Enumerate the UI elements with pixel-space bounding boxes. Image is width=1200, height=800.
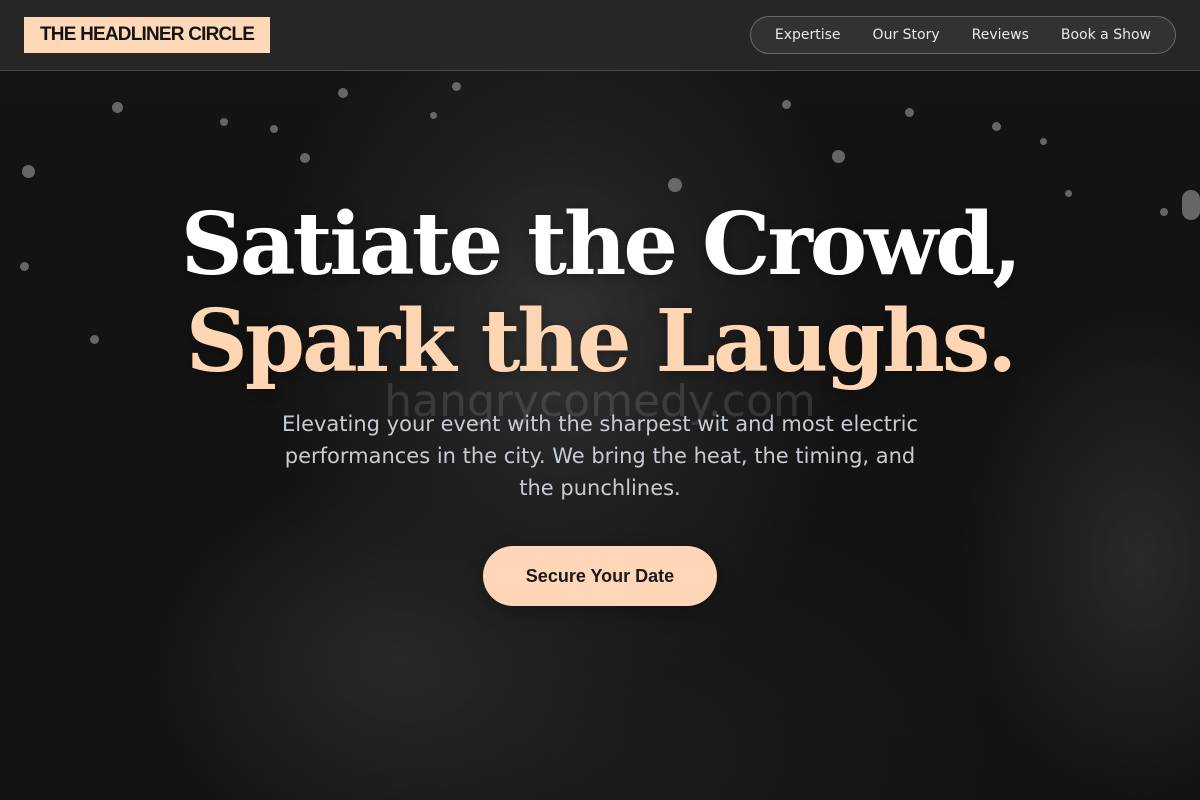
nav-link-expertise[interactable]: Expertise <box>775 27 841 43</box>
hero-section: hangrycomedy.com Satiate the Crowd, Spar… <box>0 71 1200 800</box>
secure-date-button[interactable]: Secure Your Date <box>483 546 717 606</box>
watermark: hangrycomedy.com <box>384 376 816 427</box>
site-header: THE HEADLINER CIRCLE Expertise Our Story… <box>0 0 1200 71</box>
nav-link-our-story[interactable]: Our Story <box>873 27 940 43</box>
logo[interactable]: THE HEADLINER CIRCLE <box>24 17 271 53</box>
main-nav: Expertise Our Story Reviews Book a Show <box>749 16 1176 54</box>
nav-link-book-a-show[interactable]: Book a Show <box>1061 27 1151 43</box>
headline-line-1: Satiate the Crowd, <box>180 194 1022 295</box>
nav-link-reviews[interactable]: Reviews <box>972 27 1029 43</box>
